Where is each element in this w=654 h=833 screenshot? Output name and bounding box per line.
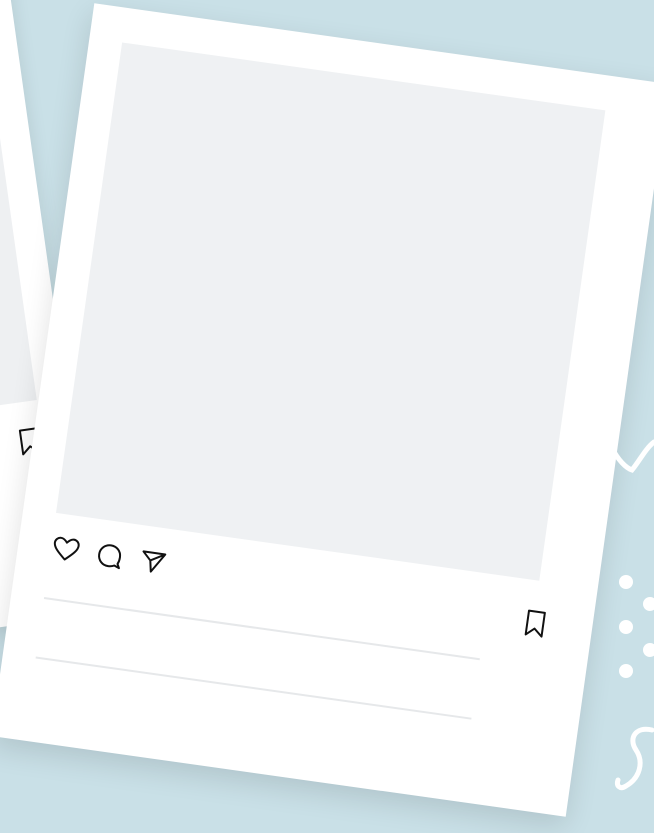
caption-line	[35, 656, 472, 720]
post-photo-placeholder	[56, 42, 606, 581]
mockup-scene	[0, 0, 654, 833]
swirl-doodle-icon	[615, 726, 654, 791]
post-actions	[49, 533, 170, 579]
bookmark-icon[interactable]	[518, 607, 552, 641]
send-icon[interactable]	[136, 545, 170, 579]
dots-doodle-icon	[619, 575, 654, 678]
caption-line	[43, 597, 480, 661]
comment-icon[interactable]	[93, 539, 127, 573]
back-post-photo-placeholder	[0, 0, 37, 438]
post-card	[0, 3, 654, 817]
heart-icon[interactable]	[49, 533, 83, 567]
